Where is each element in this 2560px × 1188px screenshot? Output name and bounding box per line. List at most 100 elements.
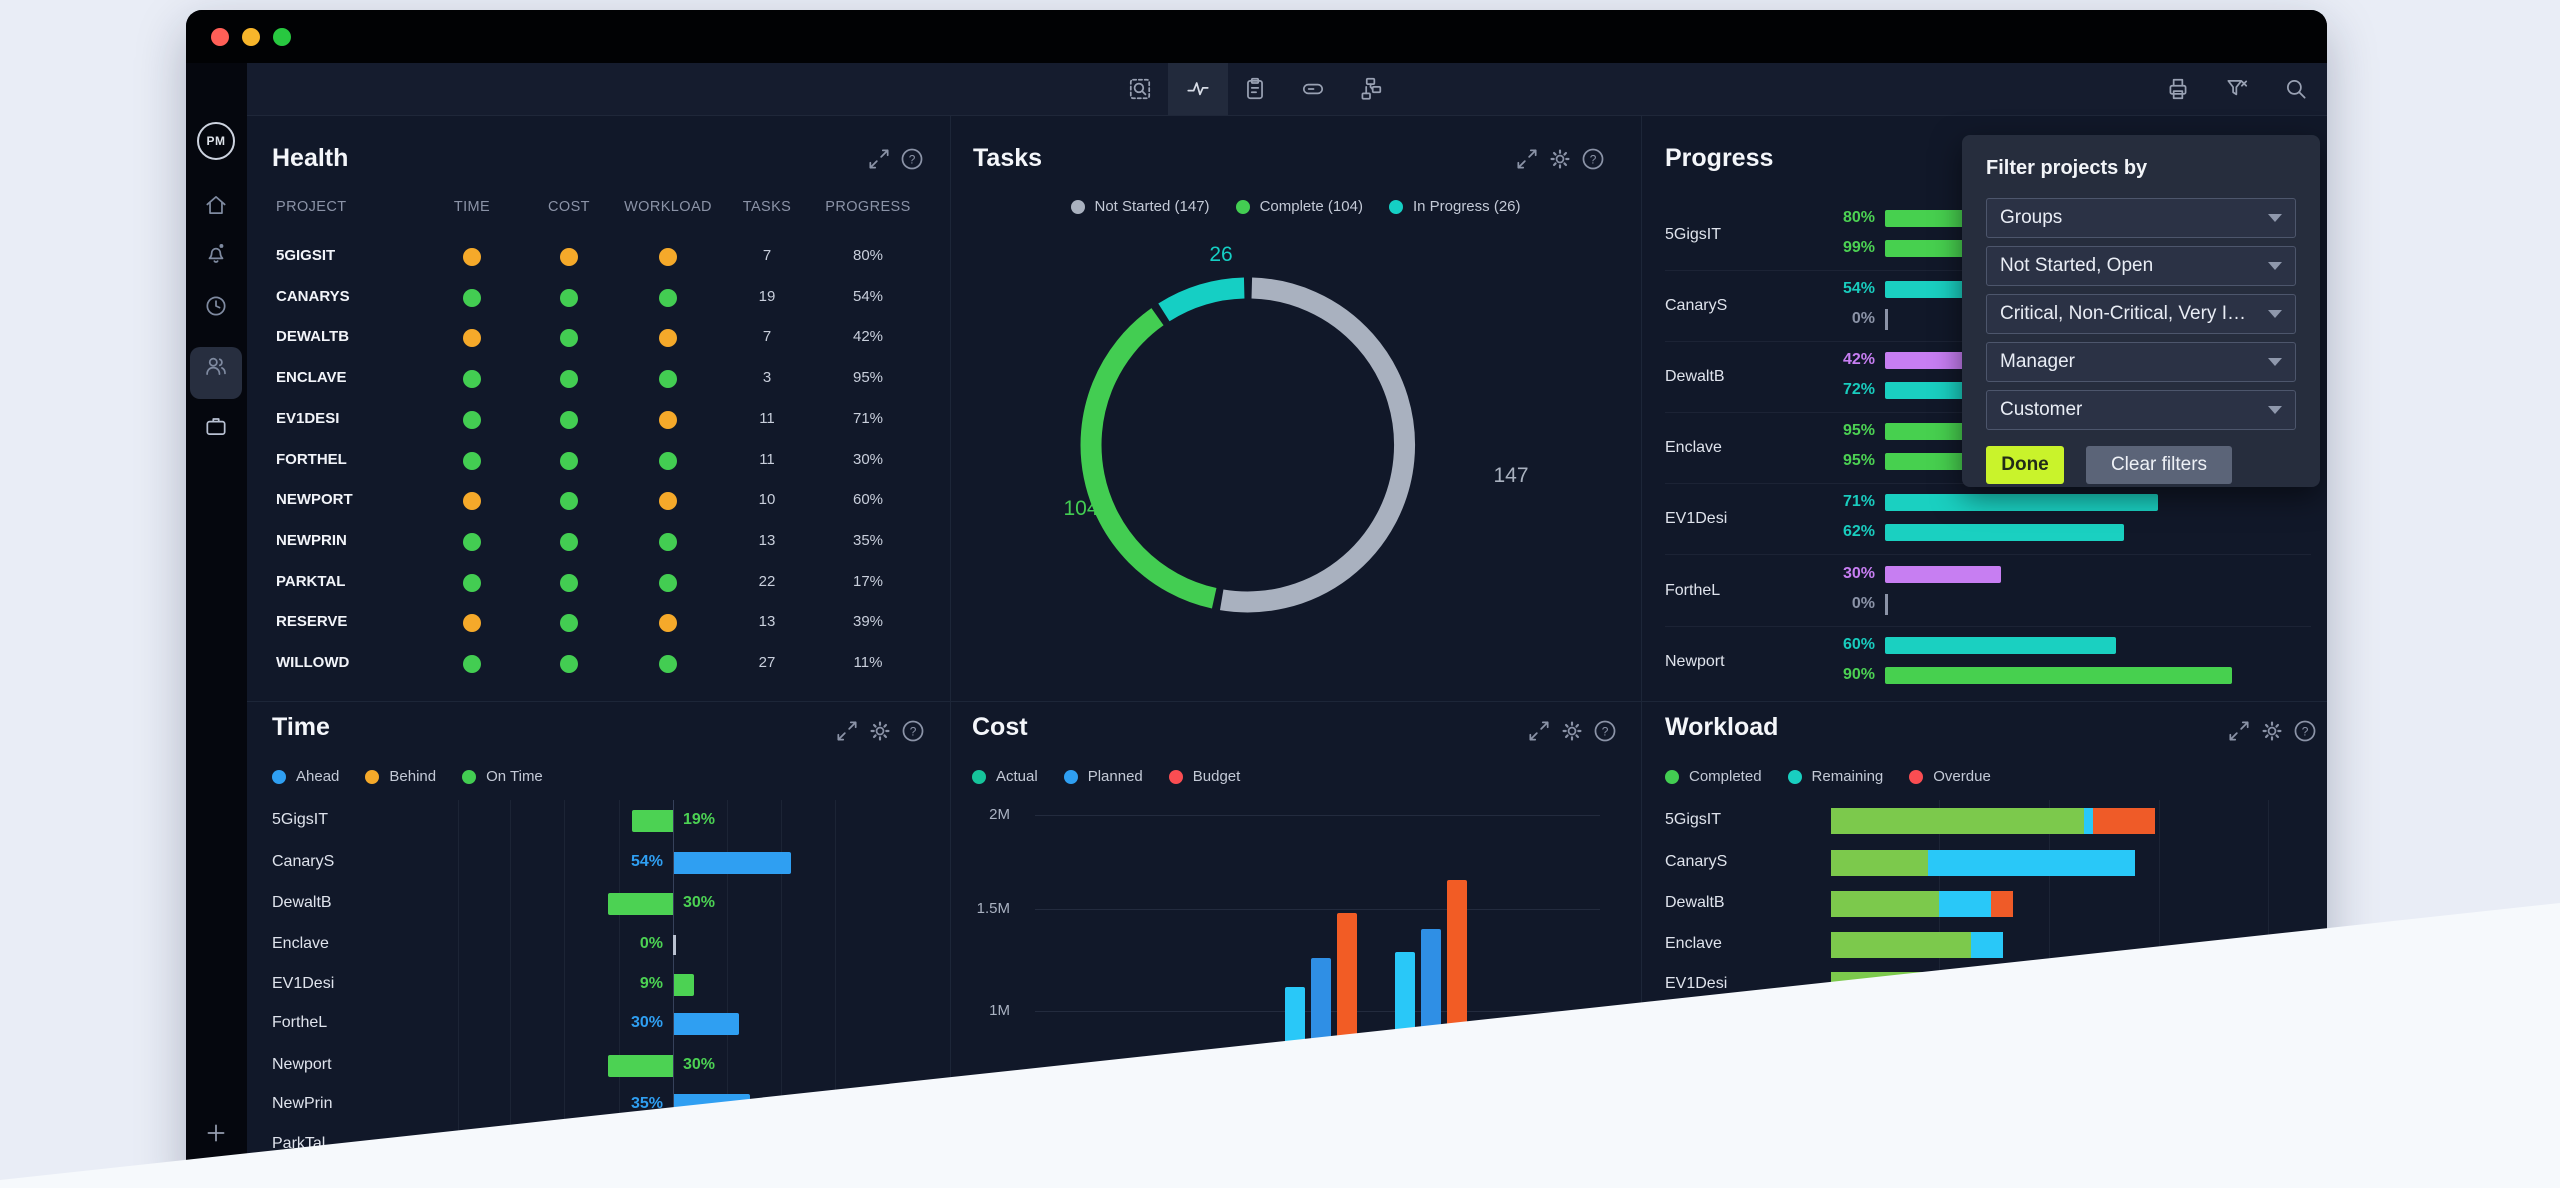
- tasks-settings-icon[interactable]: [1547, 146, 1573, 172]
- filter-dropdown[interactable]: Manager: [1986, 342, 2296, 382]
- sidebar-item-portfolio[interactable]: [203, 413, 229, 439]
- health-table-row[interactable]: ENCLAVE395%: [247, 359, 950, 400]
- clear-filter-icon[interactable]: [2224, 76, 2250, 102]
- health-table-row[interactable]: CANARYS1954%: [247, 278, 950, 319]
- filter-dropdown[interactable]: Not Started, Open: [1986, 246, 2296, 286]
- health-table-row[interactable]: 5GIGSIT780%: [247, 237, 950, 278]
- time-bar[interactable]: [608, 1055, 673, 1077]
- health-table-row[interactable]: NEWPORT1060%: [247, 481, 950, 522]
- time-bar[interactable]: [632, 810, 673, 832]
- workload-gridline: [2159, 800, 2160, 1188]
- workload-bar-segment[interactable]: [2084, 808, 2093, 834]
- legend-dot-icon: [462, 770, 476, 784]
- cost-bar-budget[interactable]: [1337, 913, 1357, 1188]
- print-icon[interactable]: [2165, 76, 2191, 102]
- activity-icon[interactable]: [1185, 76, 1211, 102]
- health-table-row[interactable]: WILLOWD2711%: [247, 644, 950, 685]
- legend-item[interactable]: Complete (104): [1236, 198, 1363, 215]
- donut-value-label: 26: [1209, 243, 1232, 267]
- workload-bar-segment[interactable]: [1971, 932, 2003, 958]
- filter-dropdown[interactable]: Critical, Non-Critical, Very Impor...: [1986, 294, 2296, 334]
- legend-item[interactable]: Planned: [1064, 768, 1143, 785]
- workload-bar-segment[interactable]: [1996, 972, 2008, 998]
- search-icon[interactable]: [2283, 76, 2309, 102]
- progress-bar[interactable]: [1885, 637, 2116, 654]
- legend-item[interactable]: Budget: [1169, 768, 1241, 785]
- progress-bar[interactable]: [1885, 566, 2001, 583]
- legend-item[interactable]: Remaining: [1788, 768, 1884, 785]
- tasks-expand-icon[interactable]: [1514, 146, 1540, 172]
- zoom-button[interactable]: [273, 28, 291, 46]
- workload-bar-segment[interactable]: [1831, 972, 1928, 998]
- cost-bar-actual[interactable]: [1285, 987, 1305, 1188]
- legend-item[interactable]: Overdue: [1909, 768, 1991, 785]
- health-table-row[interactable]: NEWPRIN1335%: [247, 522, 950, 563]
- workload-bar-segment[interactable]: [1939, 891, 1991, 917]
- sidebar-item-time[interactable]: [203, 293, 229, 319]
- sidebar-item-team[interactable]: [203, 353, 229, 379]
- time-bar[interactable]: [674, 1094, 750, 1116]
- health-status-dot-time: [463, 574, 481, 592]
- workload-bar-segment[interactable]: [1831, 808, 2084, 834]
- clear-filters-button[interactable]: Clear filters: [2086, 446, 2232, 484]
- workload-settings-icon[interactable]: [2259, 718, 2285, 744]
- time-bar[interactable]: [674, 852, 791, 874]
- legend-item[interactable]: On Time: [462, 768, 543, 785]
- close-button[interactable]: [211, 28, 229, 46]
- add-button[interactable]: [203, 1120, 229, 1146]
- legend-item[interactable]: Ahead: [272, 768, 339, 785]
- legend-item[interactable]: Not Started (147): [1071, 198, 1210, 215]
- workload-bar-segment[interactable]: [1831, 891, 1939, 917]
- done-button[interactable]: Done: [1986, 446, 2064, 484]
- workload-expand-icon[interactable]: [2226, 718, 2252, 744]
- cost-expand-icon[interactable]: [1526, 718, 1552, 744]
- legend-item[interactable]: Actual: [972, 768, 1038, 785]
- cost-bar-budget[interactable]: [1447, 880, 1467, 1188]
- clipboard-icon[interactable]: [1242, 76, 1268, 102]
- time-settings-icon[interactable]: [867, 718, 893, 744]
- sidebar-item-home[interactable]: [203, 192, 229, 218]
- workflow-icon[interactable]: [1357, 76, 1383, 102]
- workload-bar-segment[interactable]: [1928, 850, 2135, 876]
- health-table-row[interactable]: RESERVE1339%: [247, 603, 950, 644]
- time-expand-icon[interactable]: [834, 718, 860, 744]
- time-bar[interactable]: [674, 1013, 739, 1035]
- filter-dropdown[interactable]: Groups: [1986, 198, 2296, 238]
- legend-item[interactable]: Behind: [365, 768, 436, 785]
- progress-bar[interactable]: [1885, 494, 2158, 511]
- cost-settings-icon[interactable]: [1559, 718, 1585, 744]
- cost-bar-planned[interactable]: [1311, 958, 1331, 1188]
- minimize-button[interactable]: [242, 28, 260, 46]
- workload-bar-segment[interactable]: [1928, 972, 1996, 998]
- cost-bar-planned[interactable]: [1421, 929, 1441, 1188]
- health-table-row[interactable]: PARKTAL2217%: [247, 563, 950, 604]
- sidebar-item-notifications[interactable]: [203, 240, 229, 266]
- workload-bar-segment[interactable]: [1831, 850, 1928, 876]
- time-help-icon[interactable]: ?: [900, 718, 926, 744]
- health-table-row[interactable]: FORTHEL1130%: [247, 441, 950, 482]
- cost-bar-actual[interactable]: [1395, 952, 1415, 1188]
- legend-label: Behind: [389, 768, 436, 785]
- workload-bar-segment[interactable]: [2093, 808, 2155, 834]
- time-bar[interactable]: [608, 893, 673, 915]
- health-help-icon[interactable]: ?: [899, 146, 925, 172]
- workload-help-icon[interactable]: ?: [2292, 718, 2318, 744]
- health-expand-icon[interactable]: [866, 146, 892, 172]
- health-table-row[interactable]: EV1DESI1171%: [247, 400, 950, 441]
- cost-help-icon[interactable]: ?: [1592, 718, 1618, 744]
- workload-bar-segment[interactable]: [1831, 932, 1971, 958]
- legend-item[interactable]: In Progress (26): [1389, 198, 1521, 215]
- workload-bar-segment[interactable]: [1991, 891, 2013, 917]
- card-icon[interactable]: [1300, 76, 1326, 102]
- time-bar[interactable]: [674, 974, 694, 996]
- tasks-donut-chart[interactable]: [1068, 265, 1428, 625]
- progress-bar[interactable]: [1885, 524, 2124, 541]
- filter-dropdown[interactable]: Customer: [1986, 390, 2296, 430]
- tasks-help-icon[interactable]: ?: [1580, 146, 1606, 172]
- health-table-row[interactable]: DEWALTB742%: [247, 318, 950, 359]
- legend-dot-icon: [972, 770, 986, 784]
- progress-bar[interactable]: [1885, 667, 2232, 684]
- progress-pct-label: 0%: [1755, 595, 1875, 613]
- legend-item[interactable]: Completed: [1665, 768, 1762, 785]
- zoom-area-icon[interactable]: [1127, 76, 1153, 102]
